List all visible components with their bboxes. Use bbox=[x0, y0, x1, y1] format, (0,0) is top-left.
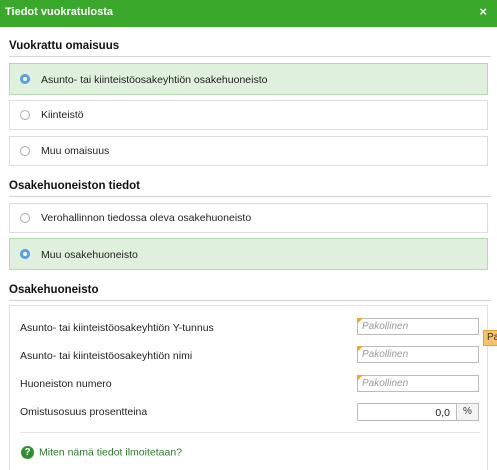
option-label: Kiinteistö bbox=[41, 109, 84, 121]
option-label: Muu omaisuus bbox=[41, 145, 110, 157]
help-link[interactable]: ? Miten nämä tiedot ilmoitetaan? bbox=[21, 446, 182, 459]
help-icon: ? bbox=[21, 446, 34, 459]
radio-selected[interactable] bbox=[20, 74, 30, 84]
radio-unselected[interactable] bbox=[20, 110, 30, 120]
dialog-title: Tiedot vuokratulosta bbox=[5, 6, 113, 18]
option-label: Verohallinnon tiedossa oleva osakehuonei… bbox=[41, 212, 252, 224]
dialog-titlebar: Tiedot vuokratulosta × bbox=[0, 0, 497, 27]
section-heading-property: Vuokrattu omaisuus bbox=[9, 40, 491, 57]
radio-selected[interactable] bbox=[20, 249, 30, 259]
option-muu-osakehuoneisto[interactable]: Muu osakehuoneisto bbox=[9, 238, 488, 270]
huoneiston-numero-input[interactable]: Pakollinen bbox=[357, 375, 479, 392]
radio-unselected[interactable] bbox=[20, 213, 30, 223]
field-label-huoneiston-numero: Huoneiston numero bbox=[20, 378, 112, 390]
yhtion-nimi-input[interactable]: Pakollinen bbox=[357, 346, 479, 363]
section-heading-apartment: Osakehuoneisto bbox=[9, 284, 491, 301]
divider bbox=[20, 432, 480, 433]
field-label-omistusosuus: Omistusosuus prosentteina bbox=[20, 406, 148, 418]
close-icon[interactable]: × bbox=[479, 4, 487, 19]
option-muu-omaisuus[interactable]: Muu omaisuus bbox=[9, 136, 488, 166]
radio-unselected[interactable] bbox=[20, 146, 30, 156]
field-label-y-tunnus: Asunto- tai kiinteistöosakeyhtiön Y-tunn… bbox=[20, 322, 214, 334]
y-tunnus-input[interactable]: Pakollinen bbox=[357, 318, 479, 335]
option-label: Muu osakehuoneisto bbox=[41, 249, 138, 261]
required-tooltip: Pa bbox=[483, 330, 497, 346]
field-label-yhtion-nimi: Asunto- tai kiinteistöosakeyhtiön nimi bbox=[20, 350, 193, 362]
section-heading-apartment-info: Osakehuoneiston tiedot bbox=[9, 180, 491, 197]
option-verohallinnon-osakehuoneisto[interactable]: Verohallinnon tiedossa oleva osakehuonei… bbox=[9, 203, 488, 233]
option-kiinteisto[interactable]: Kiinteistö bbox=[9, 100, 488, 130]
option-label: Asunto- tai kiinteistöosakeyhtiön osakeh… bbox=[41, 74, 268, 86]
omistusosuus-input[interactable]: 0,0 % bbox=[357, 403, 479, 421]
percent-unit: % bbox=[456, 404, 478, 420]
help-link-text: Miten nämä tiedot ilmoitetaan? bbox=[39, 446, 182, 459]
omistusosuus-value: 0,0 bbox=[435, 407, 450, 419]
option-osakehuoneisto[interactable]: Asunto- tai kiinteistöosakeyhtiön osakeh… bbox=[9, 63, 488, 95]
